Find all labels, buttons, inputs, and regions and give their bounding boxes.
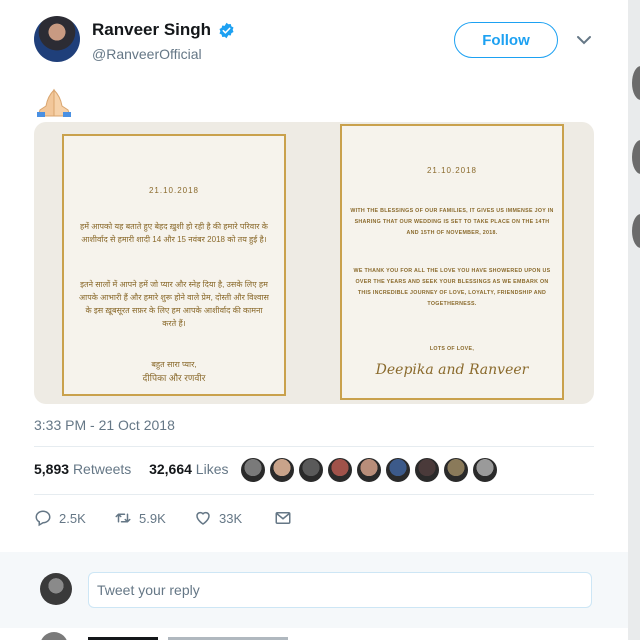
liker-avatar[interactable] <box>298 457 324 483</box>
liker-avatar[interactable] <box>356 457 382 483</box>
sidebar-avatar[interactable] <box>632 66 640 100</box>
author-handle[interactable]: @RanveerOfficial <box>92 46 202 62</box>
like-action[interactable]: 33K <box>194 509 242 527</box>
tweet-card: Ranveer Singh @RanveerOfficial Follow 21… <box>0 0 628 640</box>
dm-action[interactable] <box>274 509 292 527</box>
heart-icon <box>196 511 210 525</box>
invite-names: दीपिका और रणवीर <box>142 373 206 383</box>
reply-action[interactable]: 2.5K <box>34 509 86 527</box>
follow-button[interactable]: Follow <box>454 22 558 58</box>
tweet-stats: 5,893 Retweets 32,664 Likes <box>34 461 228 477</box>
envelope-icon <box>275 512 291 524</box>
divider <box>34 446 594 447</box>
liker-avatar[interactable] <box>385 457 411 483</box>
invite-paragraph: WITH THE BLESSINGS OF OUR FAMILIES, IT G… <box>350 208 554 236</box>
reply-icon <box>35 510 51 527</box>
invitation-card-english: 21.10.2018 WITH THE BLESSINGS OF OUR FAM… <box>340 124 564 400</box>
invite-paragraph: इतने सालों में आपने हमें जो प्यार और स्न… <box>79 280 269 328</box>
invite-paragraph: WE THANK YOU FOR ALL THE LOVE YOU HAVE S… <box>353 268 551 307</box>
verified-badge-icon <box>219 22 234 39</box>
likes-label[interactable]: Likes <box>196 461 229 477</box>
retweets-count[interactable]: 5,893 <box>34 461 69 477</box>
sidebar-avatar[interactable] <box>632 214 640 248</box>
invite-closing: LOTS OF LOVE, <box>429 346 475 352</box>
invite-signature: Deepika and Ranveer <box>375 362 529 378</box>
invite-closing: बहुत सारा प्यार, <box>151 360 197 369</box>
next-reply-preview <box>41 632 288 640</box>
sidebar-avatar[interactable] <box>632 140 640 174</box>
current-user-avatar[interactable] <box>40 573 72 605</box>
retweets-label[interactable]: Retweets <box>73 461 131 477</box>
chevron-down-icon[interactable] <box>576 34 592 46</box>
folded-hands-emoji <box>37 88 71 117</box>
reply-input[interactable] <box>88 572 592 608</box>
tweet-image[interactable]: 21.10.2018 हमें आपको यह बताते हुए बेहद ख… <box>34 122 594 404</box>
reply-count: 2.5K <box>59 510 86 526</box>
tweet-timestamp[interactable]: 3:33 PM - 21 Oct 2018 <box>34 417 175 433</box>
right-sidebar-edge <box>628 0 640 640</box>
invite-paragraph: हमें आपको यह बताते हुए बेहद ख़ुशी हो रही… <box>80 222 268 244</box>
author-avatar[interactable] <box>34 16 80 62</box>
liker-avatar[interactable] <box>327 457 353 483</box>
retweet-count: 5.9K <box>139 510 166 526</box>
retweet-action[interactable]: 5.9K <box>114 509 166 527</box>
liker-avatar[interactable] <box>414 457 440 483</box>
liker-avatar[interactable] <box>443 457 469 483</box>
invite-date: 21.10.2018 <box>148 186 200 195</box>
like-count: 33K <box>219 510 243 526</box>
retweet-icon <box>115 513 131 523</box>
invite-date: 21.10.2018 <box>426 166 478 175</box>
likes-count[interactable]: 32,664 <box>149 461 192 477</box>
liker-avatar[interactable] <box>240 457 266 483</box>
divider <box>34 494 594 495</box>
author-name[interactable]: Ranveer Singh <box>92 20 211 40</box>
liker-avatar[interactable] <box>472 457 498 483</box>
invitation-card-hindi: 21.10.2018 हमें आपको यह बताते हुए बेहद ख… <box>62 134 286 396</box>
liker-avatar[interactable] <box>269 457 295 483</box>
